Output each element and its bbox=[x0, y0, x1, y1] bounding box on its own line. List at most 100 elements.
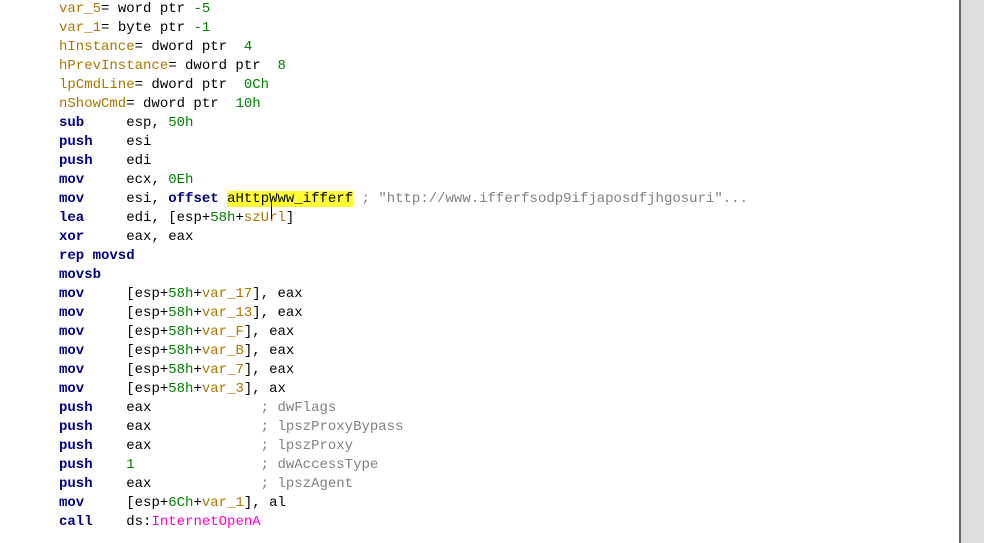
text: = dword ptr bbox=[126, 96, 235, 112]
imm: 58h bbox=[168, 362, 193, 378]
operand: ecx, bbox=[126, 172, 168, 188]
mnemonic: xor bbox=[59, 229, 84, 245]
plus: + bbox=[193, 305, 201, 321]
ds: ds: bbox=[126, 514, 151, 530]
plus: + bbox=[193, 286, 201, 302]
tail: ], eax bbox=[244, 324, 294, 340]
imm: 58h bbox=[168, 381, 193, 397]
offset: 0Ch bbox=[244, 77, 269, 93]
insn-push-agent: push eax ; lpszAgent bbox=[59, 475, 959, 494]
text: = dword ptr bbox=[135, 39, 244, 55]
insn-lea: lea edi, [esp+58h+szUrl] bbox=[59, 209, 959, 228]
mnemonic: call bbox=[59, 514, 93, 530]
text: = word ptr bbox=[101, 1, 193, 17]
operand: eax, eax bbox=[126, 229, 193, 245]
disassembly-pane[interactable]: var_5= word ptr -5 var_1= byte ptr -1 hI… bbox=[0, 0, 960, 543]
decl-lpCmdLine: lpCmdLine= dword ptr 0Ch bbox=[59, 76, 959, 95]
var-ref: var_3 bbox=[202, 381, 244, 397]
mnemonic: push bbox=[59, 153, 93, 169]
insn-mov-var17: mov [esp+58h+var_17], eax bbox=[59, 285, 959, 304]
imm: 58h bbox=[168, 305, 193, 321]
insn-mov-varB: mov [esp+58h+var_B], eax bbox=[59, 342, 959, 361]
operand: eax bbox=[126, 476, 151, 492]
insn-rep-movsd: rep movsd bbox=[59, 247, 959, 266]
insn-call: call ds:InternetOpenA bbox=[59, 513, 959, 532]
mnemonic: mov bbox=[59, 343, 84, 359]
hl-left: aHtt bbox=[227, 191, 261, 207]
tail: ], eax bbox=[244, 343, 294, 359]
hl-right: pWww_ifferf bbox=[261, 191, 353, 207]
plus: + bbox=[193, 324, 201, 340]
plus: + bbox=[193, 381, 201, 397]
imm: 0Eh bbox=[168, 172, 193, 188]
insn-push-dwFlags: push eax ; dwFlags bbox=[59, 399, 959, 418]
insn-mov-ecx: mov ecx, 0Eh bbox=[59, 171, 959, 190]
var-ref: var_B bbox=[202, 343, 244, 359]
tail: ], eax bbox=[244, 362, 294, 378]
text: = dword ptr bbox=[168, 58, 277, 74]
insn-push-esi: push esi bbox=[59, 133, 959, 152]
imm: 50h bbox=[168, 115, 193, 131]
comment: ; lpszAgent bbox=[261, 476, 353, 492]
comment: ; lpszProxy bbox=[261, 438, 353, 454]
api-name: InternetOpenA bbox=[151, 514, 260, 530]
var-ref: var_13 bbox=[202, 305, 252, 321]
var-name: nShowCmd bbox=[59, 96, 126, 112]
kw-offset: offset bbox=[168, 191, 218, 207]
var-name: hPrevInstance bbox=[59, 58, 168, 74]
imm: 6Ch bbox=[168, 495, 193, 511]
decl-hInstance: hInstance= dword ptr 4 bbox=[59, 38, 959, 57]
insn-mov-6Ch: mov [esp+6Ch+var_1], al bbox=[59, 494, 959, 513]
var-ref: var_7 bbox=[202, 362, 244, 378]
var-name: lpCmdLine bbox=[59, 77, 135, 93]
imm: 58h bbox=[168, 324, 193, 340]
mnemonic: mov bbox=[59, 362, 84, 378]
mnemonic: push bbox=[59, 419, 93, 435]
close: ] bbox=[286, 210, 294, 226]
comment: ; dwFlags bbox=[261, 400, 337, 416]
offset: 4 bbox=[244, 39, 252, 55]
operand: edi, [esp+ bbox=[126, 210, 210, 226]
mnemonic: push bbox=[59, 400, 93, 416]
mnemonic: rep movsd bbox=[59, 248, 135, 264]
mnemonic: mov bbox=[59, 381, 84, 397]
espop: [esp+ bbox=[126, 495, 168, 511]
insn-mov-var13: mov [esp+58h+var_13], eax bbox=[59, 304, 959, 323]
tail: ], al bbox=[244, 495, 286, 511]
insn-mov-var3: mov [esp+58h+var_3], ax bbox=[59, 380, 959, 399]
global-name-highlighted: aHttpWww_ifferf bbox=[227, 191, 353, 207]
operand: esi, bbox=[126, 191, 168, 207]
operand: eax bbox=[126, 400, 151, 416]
mnemonic: push bbox=[59, 457, 93, 473]
mnemonic: movsb bbox=[59, 267, 101, 283]
tail: ], ax bbox=[244, 381, 286, 397]
mnemonic: mov bbox=[59, 495, 84, 511]
insn-sub: sub esp, 50h bbox=[59, 114, 959, 133]
plus: + bbox=[193, 362, 201, 378]
plus: + bbox=[193, 495, 201, 511]
imm: 58h bbox=[168, 343, 193, 359]
scrollbar-vertical[interactable] bbox=[960, 0, 984, 543]
operand: eax bbox=[126, 419, 151, 435]
insn-push-proxy: push eax ; lpszProxy bbox=[59, 437, 959, 456]
mnemonic: mov bbox=[59, 324, 84, 340]
var-ref: szUrl bbox=[244, 210, 286, 226]
insn-mov-var7: mov [esp+58h+var_7], eax bbox=[59, 361, 959, 380]
offset: 10h bbox=[235, 96, 260, 112]
text-caret bbox=[271, 201, 272, 219]
imm: 58h bbox=[210, 210, 235, 226]
espop: [esp+ bbox=[126, 305, 168, 321]
decl-hPrevInstance: hPrevInstance= dword ptr 8 bbox=[59, 57, 959, 76]
mnemonic: sub bbox=[59, 115, 84, 131]
operand: esp, bbox=[126, 115, 168, 131]
decl-var_5: var_5= word ptr -5 bbox=[59, 0, 959, 19]
imm: 58h bbox=[168, 286, 193, 302]
insn-mov-esi: mov esi, offset aHttpWww_ifferf ; "http:… bbox=[59, 190, 959, 209]
insn-push-proxybypass: push eax ; lpszProxyBypass bbox=[59, 418, 959, 437]
tail: ], eax bbox=[252, 286, 302, 302]
mnemonic: lea bbox=[59, 210, 84, 226]
var-ref: var_17 bbox=[202, 286, 252, 302]
insn-push-edi: push edi bbox=[59, 152, 959, 171]
operand: edi bbox=[126, 153, 151, 169]
var-ref: var_1 bbox=[202, 495, 244, 511]
